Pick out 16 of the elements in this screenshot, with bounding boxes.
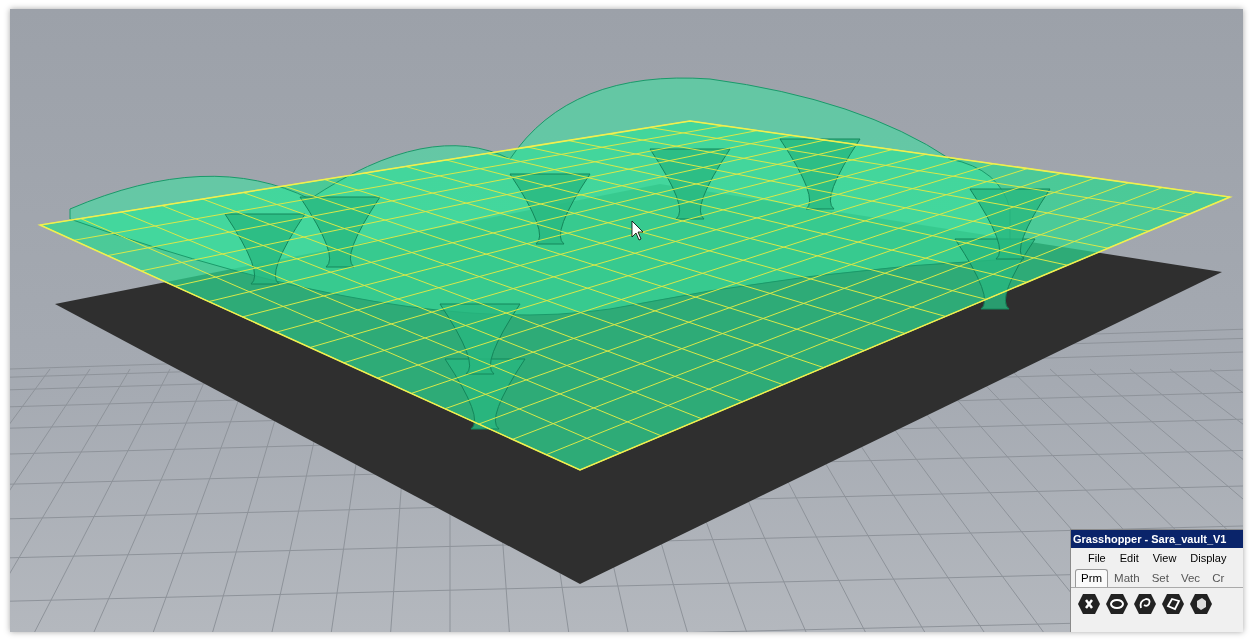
close-icon[interactable] — [1077, 593, 1101, 615]
menu-item[interactable]: File — [1081, 552, 1113, 564]
menu-item[interactable]: Edit — [1112, 552, 1146, 564]
menu-item[interactable]: Display — [1183, 552, 1234, 564]
spiral-icon[interactable] — [1133, 593, 1157, 615]
tab[interactable]: Cr — [1206, 569, 1231, 587]
box-icon[interactable] — [1189, 593, 1213, 615]
tab[interactable]: Math — [1108, 569, 1146, 587]
viewport[interactable]: Grasshopper - Sara_vault_V1 File Edit View Display Prm Math Set Vec Cr — [10, 9, 1243, 632]
menu-item[interactable]: View — [1145, 552, 1184, 564]
window-title: Grasshopper - Sara_vault_V1 — [1071, 530, 1243, 548]
cursor-icon — [631, 220, 644, 241]
tab[interactable]: Set — [1145, 569, 1175, 587]
plane-icon[interactable] — [1161, 593, 1185, 615]
tab[interactable]: Vec — [1174, 569, 1207, 587]
tab[interactable]: Prm — [1075, 569, 1109, 587]
